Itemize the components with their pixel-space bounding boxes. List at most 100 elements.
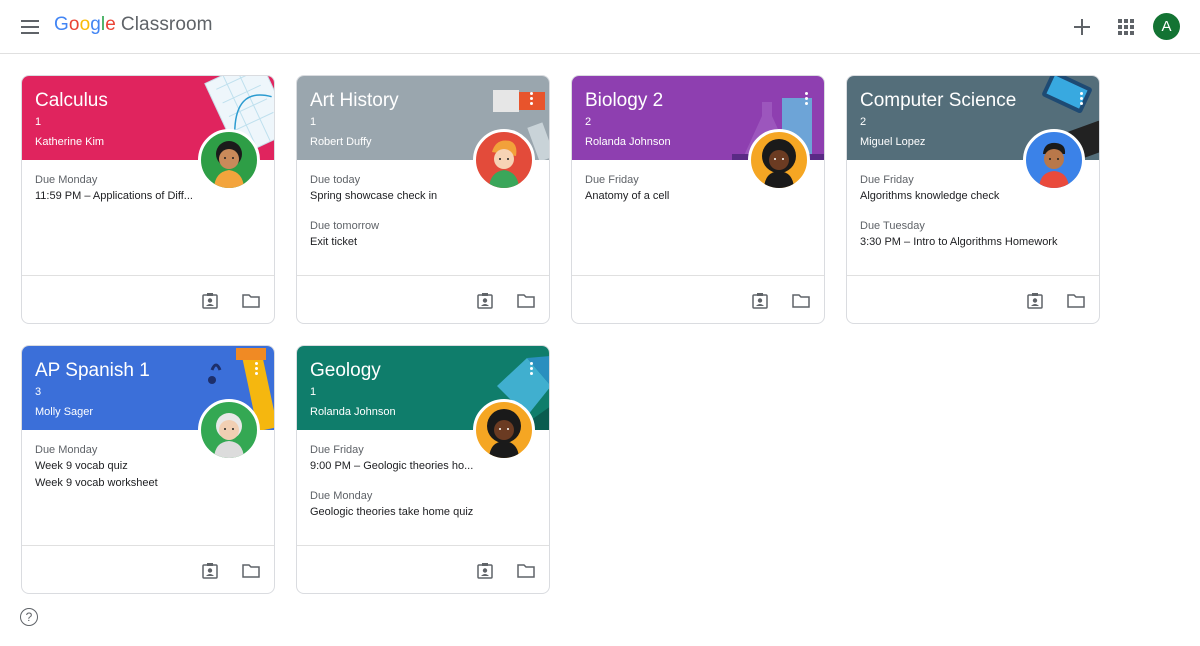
- due-label: Due Monday: [35, 174, 98, 186]
- create-join-class-button[interactable]: [1068, 13, 1096, 41]
- due-label: Due Friday: [860, 174, 914, 186]
- open-your-work-button[interactable]: [749, 290, 771, 312]
- due-list: Due Friday Anatomy of a cell: [585, 173, 765, 219]
- assignment-link[interactable]: 11:59 PM – Applications of Diff...: [35, 188, 215, 205]
- due-group: Due today Spring showcase check in: [310, 173, 490, 205]
- due-list: Due Friday Algorithms knowledge check Du…: [860, 173, 1090, 265]
- class-section: 2: [860, 116, 867, 128]
- due-label: Due Monday: [35, 444, 98, 456]
- open-drive-folder-button[interactable]: [515, 290, 537, 312]
- card-footer: [22, 545, 274, 593]
- due-group: Due Monday 11:59 PM – Applications of Di…: [35, 173, 215, 205]
- folder-icon: [517, 564, 535, 578]
- assignment-link[interactable]: 3:30 PM – Intro to Algorithms Homework: [860, 234, 1090, 251]
- class-section: 2: [585, 116, 592, 128]
- open-drive-folder-button[interactable]: [1065, 290, 1087, 312]
- logo-letter: g: [90, 14, 101, 35]
- card-more-options-button[interactable]: [527, 362, 535, 378]
- class-name[interactable]: Calculus: [35, 90, 108, 112]
- open-your-work-button[interactable]: [474, 290, 496, 312]
- assignment-ind-icon: [202, 293, 218, 309]
- main-menu-button[interactable]: [14, 12, 46, 42]
- class-name[interactable]: AP Spanish 1: [35, 360, 150, 382]
- open-your-work-button[interactable]: [199, 560, 221, 582]
- folder-icon: [1067, 294, 1085, 308]
- card-footer: [297, 545, 549, 593]
- teacher-name: Molly Sager: [35, 406, 94, 418]
- class-section: 3: [35, 386, 42, 398]
- open-your-work-button[interactable]: [1024, 290, 1046, 312]
- card-more-options-button[interactable]: [252, 362, 260, 378]
- class-section: 1: [35, 116, 42, 128]
- card-footer: [297, 275, 549, 323]
- due-label: Due Monday: [310, 490, 373, 502]
- teacher-name: Rolanda Johnson: [585, 136, 671, 148]
- class-name[interactable]: Biology 2: [585, 90, 663, 112]
- class-card-art-history[interactable]: Art History 1 Robert Duffy Due today Spr…: [296, 75, 550, 324]
- assignment-ind-icon: [1027, 293, 1043, 309]
- class-section: 1: [310, 386, 317, 398]
- open-drive-folder-button[interactable]: [240, 290, 262, 312]
- card-footer: [22, 275, 274, 323]
- help-icon: ?: [25, 610, 33, 624]
- assignment-link[interactable]: Week 9 vocab worksheet: [35, 475, 215, 492]
- assignment-link[interactable]: Week 9 vocab quiz: [35, 458, 215, 475]
- assignment-link[interactable]: Spring showcase check in: [310, 188, 490, 205]
- due-label: Due Tuesday: [860, 220, 925, 232]
- class-section: 1: [310, 116, 317, 128]
- logo-letter: G: [54, 14, 69, 35]
- teacher-name: Miguel Lopez: [860, 136, 926, 148]
- folder-icon: [517, 294, 535, 308]
- assignment-ind-icon: [752, 293, 768, 309]
- due-list: Due Friday 9:00 PM – Geologic theories h…: [310, 443, 490, 535]
- class-card-calculus[interactable]: Calculus 1 Katherine Kim Due Monday 11:5…: [21, 75, 275, 324]
- due-label: Due Friday: [585, 174, 639, 186]
- folder-icon: [242, 294, 260, 308]
- help-button[interactable]: ?: [20, 608, 38, 626]
- teacher-name: Rolanda Johnson: [310, 406, 396, 418]
- due-group: Due Friday Algorithms knowledge check: [860, 173, 1090, 205]
- due-list: Due today Spring showcase check in Due t…: [310, 173, 490, 265]
- open-drive-folder-button[interactable]: [515, 560, 537, 582]
- class-card-computer-science[interactable]: Computer Science 2 Miguel Lopez Due Frid…: [846, 75, 1100, 324]
- card-more-options-button[interactable]: [527, 92, 535, 108]
- open-your-work-button[interactable]: [199, 290, 221, 312]
- google-classroom-logo[interactable]: Google Classroom: [54, 14, 213, 36]
- class-card-ap-spanish-1[interactable]: AP Spanish 1 3 Molly Sager Due Monday We…: [21, 345, 275, 594]
- logo-letter: e: [105, 14, 116, 35]
- apps-grid-icon: [1118, 19, 1134, 35]
- folder-icon: [792, 294, 810, 308]
- assignment-ind-icon: [477, 293, 493, 309]
- open-drive-folder-button[interactable]: [790, 290, 812, 312]
- assignment-ind-icon: [202, 563, 218, 579]
- open-your-work-button[interactable]: [474, 560, 496, 582]
- due-group: Due Monday Geologic theories take home q…: [310, 489, 490, 521]
- due-label: Due Friday: [310, 444, 364, 456]
- due-group: Due Friday Anatomy of a cell: [585, 173, 765, 205]
- assignment-link[interactable]: Algorithms knowledge check: [860, 188, 1090, 205]
- due-list: Due Monday Week 9 vocab quiz Week 9 voca…: [35, 443, 215, 506]
- assignment-link[interactable]: 9:00 PM – Geologic theories ho...: [310, 458, 490, 475]
- class-card-geology[interactable]: Geology 1 Rolanda Johnson Due Friday 9:0…: [296, 345, 550, 594]
- assignment-link[interactable]: Exit ticket: [310, 234, 490, 251]
- due-group: Due Friday 9:00 PM – Geologic theories h…: [310, 443, 490, 475]
- logo-letter: o: [68, 14, 80, 35]
- teacher-name: Robert Duffy: [310, 136, 372, 148]
- class-name[interactable]: Computer Science: [860, 90, 1016, 112]
- card-more-options-button[interactable]: [1077, 92, 1085, 108]
- card-footer: [572, 275, 824, 323]
- folder-icon: [242, 564, 260, 578]
- class-card-biology-2[interactable]: Biology 2 2 Rolanda Johnson Due Friday A…: [571, 75, 825, 324]
- due-list: Due Monday 11:59 PM – Applications of Di…: [35, 173, 215, 219]
- due-group: Due tomorrow Exit ticket: [310, 219, 490, 251]
- account-avatar-button[interactable]: A: [1153, 13, 1180, 40]
- class-name[interactable]: Art History: [310, 90, 399, 112]
- card-more-options-button[interactable]: [802, 92, 810, 108]
- open-drive-folder-button[interactable]: [240, 560, 262, 582]
- class-name[interactable]: Geology: [310, 360, 381, 382]
- logo-letter: o: [79, 14, 91, 35]
- google-apps-button[interactable]: [1112, 13, 1140, 41]
- assignment-link[interactable]: Geologic theories take home quiz: [310, 504, 490, 521]
- assignment-link[interactable]: Anatomy of a cell: [585, 188, 765, 205]
- product-name: Classroom: [120, 14, 213, 35]
